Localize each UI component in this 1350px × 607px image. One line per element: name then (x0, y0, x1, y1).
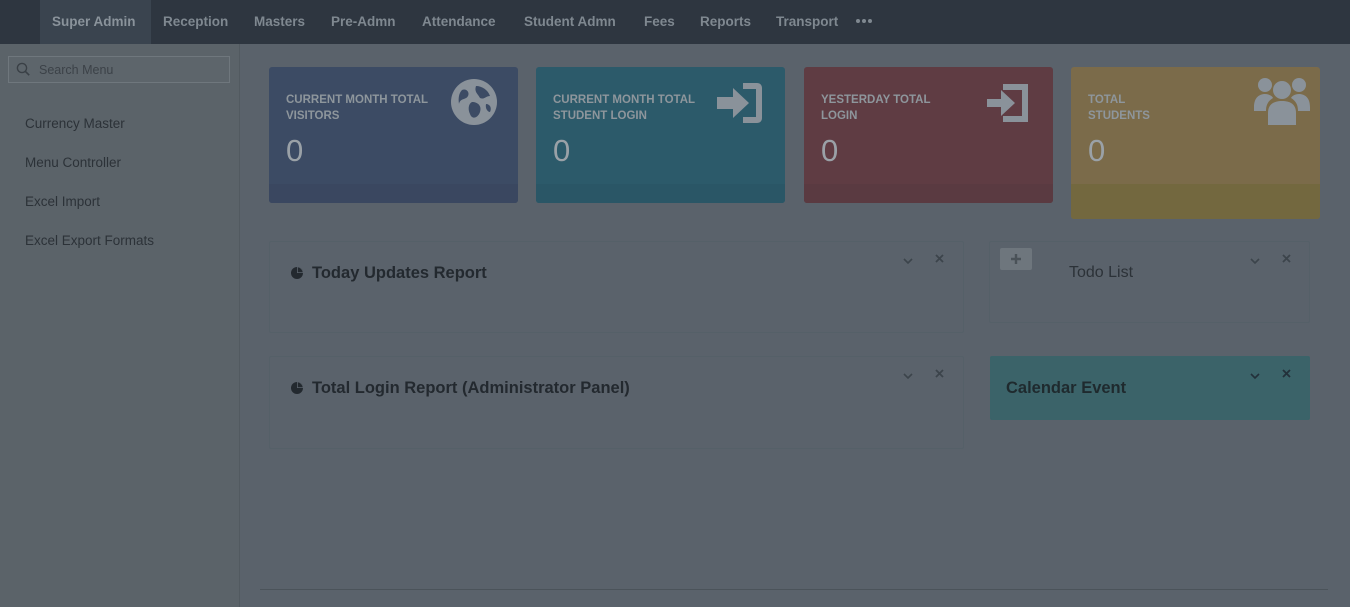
close-icon[interactable] (935, 252, 944, 266)
stat-footer (536, 184, 785, 203)
stat-value: 0 (286, 133, 304, 168)
chevron-down-icon[interactable] (1250, 254, 1260, 268)
close-icon[interactable] (935, 367, 944, 381)
sign-in-icon (717, 83, 762, 123)
nav-super-admin[interactable]: Super Admin (40, 0, 151, 44)
footer-divider (260, 589, 1328, 590)
top-navigation-bar: Super Admin Reception Masters Pre-Admn A… (0, 0, 1350, 44)
nav-pre-admn[interactable]: Pre-Admn (331, 0, 396, 44)
sidebar-item-menu-controller[interactable]: Menu Controller (25, 155, 121, 170)
panel-calendar-event: Calendar Event (990, 356, 1310, 420)
stat-card-total-students[interactable]: TOTAL STUDENTS 0 (1071, 67, 1320, 219)
nav-attendance[interactable]: Attendance (422, 0, 496, 44)
panel-todo-list: Todo List (989, 241, 1310, 323)
main-content: CURRENT MONTH TOTAL VISITORS 0 CURRENT MO… (240, 44, 1350, 607)
search-menu-input[interactable] (39, 60, 224, 79)
close-icon[interactable] (1282, 367, 1291, 381)
stat-card-yesterday-login[interactable]: YESTERDAY TOTAL LOGIN 0 (804, 67, 1053, 203)
chevron-down-icon[interactable] (1250, 369, 1260, 383)
stat-footer (804, 184, 1053, 203)
stat-card-visitors[interactable]: CURRENT MONTH TOTAL VISITORS 0 (269, 67, 518, 203)
nav-student-admn[interactable]: Student Admn (524, 0, 616, 44)
ellipsis-icon[interactable] (856, 19, 876, 25)
chevron-down-icon[interactable] (903, 369, 913, 383)
sidebar-item-excel-export-formats[interactable]: Excel Export Formats (25, 233, 154, 248)
stat-footer (1071, 184, 1320, 219)
login-icon (987, 84, 1028, 122)
panel-title: Calendar Event (1006, 379, 1127, 397)
sidebar-item-excel-import[interactable]: Excel Import (25, 194, 100, 209)
sidebar: Currency Master Menu Controller Excel Im… (0, 44, 240, 607)
panel-title: Todo List (1069, 264, 1134, 281)
add-todo-button[interactable] (1000, 248, 1032, 270)
nav-masters[interactable]: Masters (254, 0, 305, 44)
pie-chart-icon (291, 382, 303, 394)
users-icon (1254, 78, 1310, 125)
close-icon[interactable] (1282, 252, 1291, 266)
nav-reports[interactable]: Reports (700, 0, 751, 44)
pie-chart-icon (291, 267, 303, 279)
nav-transport[interactable]: Transport (776, 0, 838, 44)
stat-value: 0 (821, 133, 839, 168)
panel-today-updates-report: Today Updates Report (269, 241, 964, 333)
panel-title: Total Login Report (Administrator Panel) (312, 379, 630, 397)
globe-icon (451, 79, 497, 125)
stat-value: 0 (1088, 133, 1106, 168)
stat-label: YESTERDAY TOTAL LOGIN (821, 94, 931, 122)
panel-title: Today Updates Report (312, 264, 487, 282)
stat-card-student-login[interactable]: CURRENT MONTH TOTAL STUDENT LOGIN 0 (536, 67, 785, 203)
search-box (8, 56, 230, 83)
stat-label: CURRENT MONTH TOTAL VISITORS (286, 94, 429, 122)
stat-label: TOTAL STUDENTS (1088, 94, 1150, 122)
panel-total-login-report: Total Login Report (Administrator Panel) (269, 356, 964, 449)
sidebar-item-currency-master[interactable]: Currency Master (25, 116, 125, 131)
stat-value: 0 (553, 133, 571, 168)
nav-reception[interactable]: Reception (163, 0, 228, 44)
stat-footer (269, 184, 518, 203)
stat-label: CURRENT MONTH TOTAL STUDENT LOGIN (553, 94, 696, 122)
search-icon (16, 62, 30, 76)
plus-icon (1011, 254, 1021, 264)
chevron-down-icon[interactable] (903, 254, 913, 268)
nav-fees[interactable]: Fees (644, 0, 675, 44)
